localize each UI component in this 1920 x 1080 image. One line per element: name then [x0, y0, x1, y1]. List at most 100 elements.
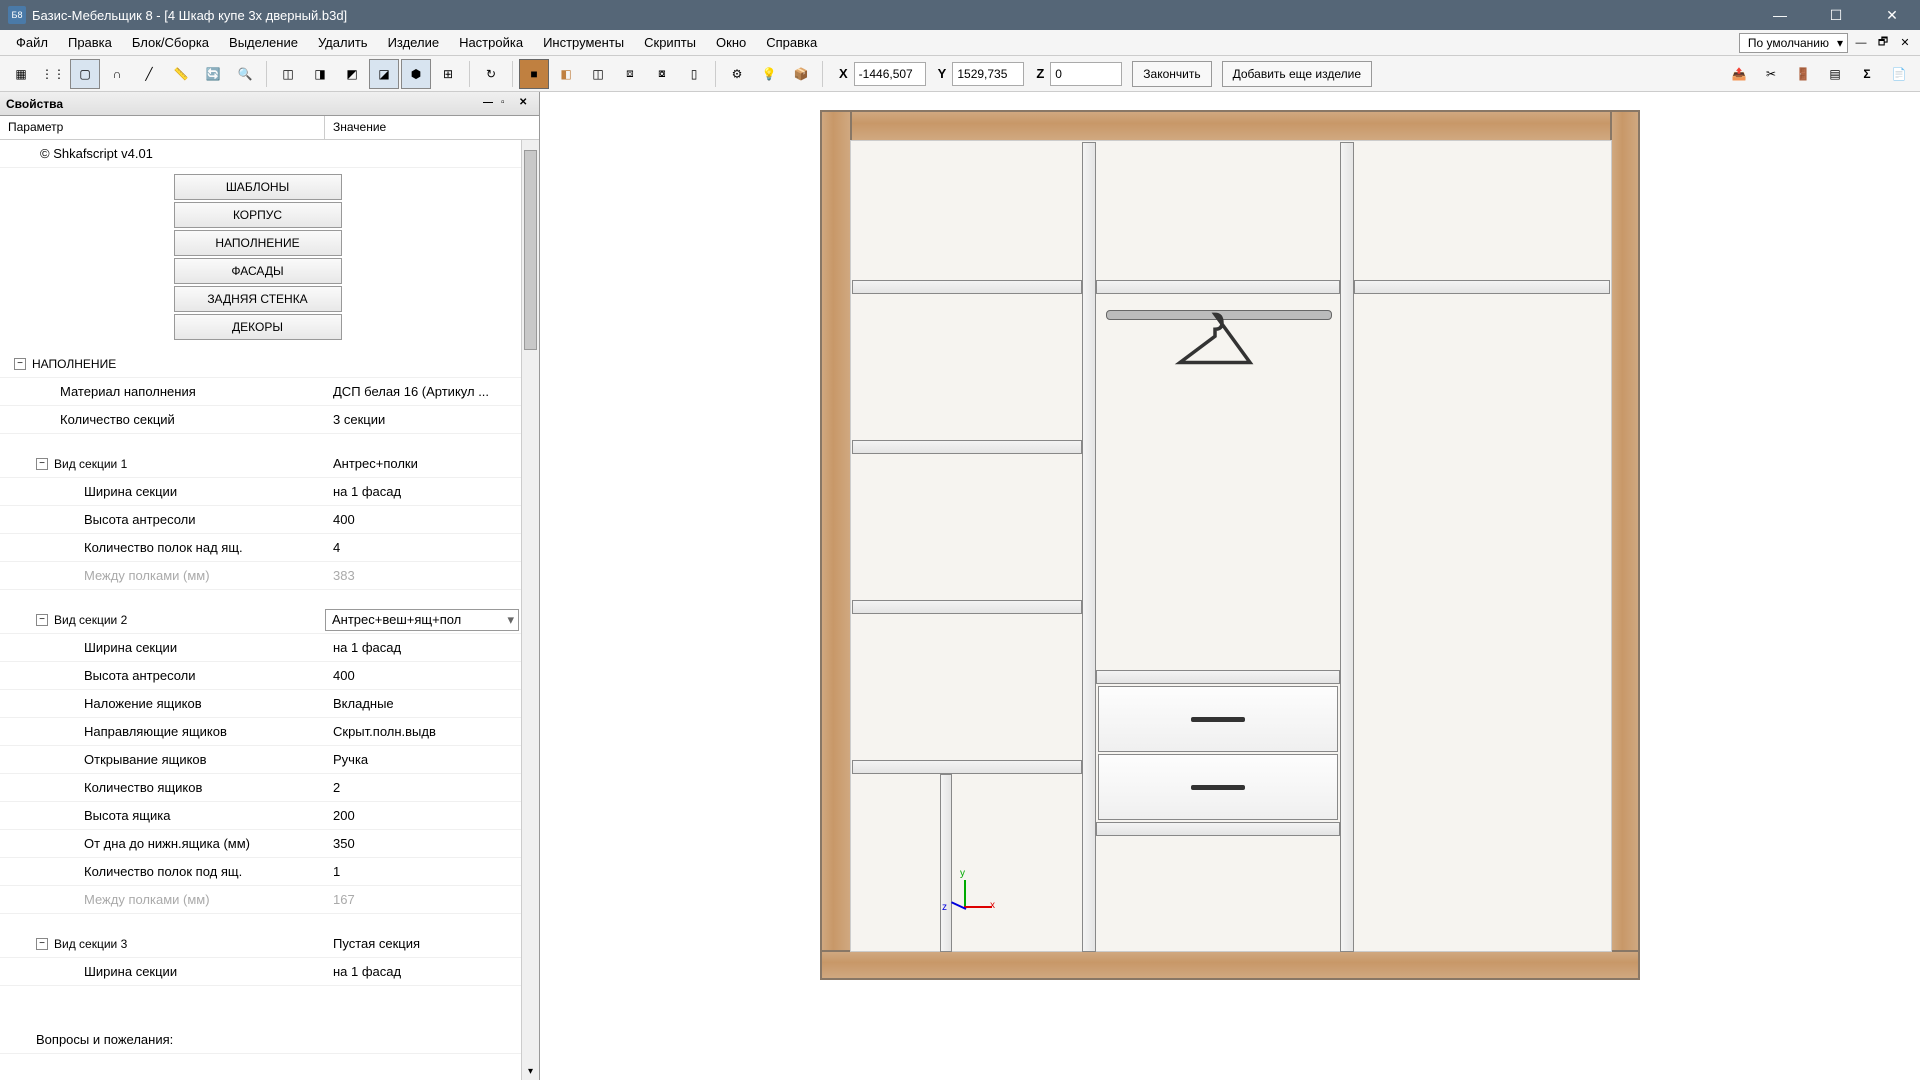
s2-height-value[interactable]: 200	[325, 808, 539, 823]
z-input[interactable]	[1050, 62, 1122, 86]
menu-file[interactable]: Файл	[6, 31, 58, 54]
report-icon[interactable]: 📄	[1884, 59, 1914, 89]
material-value[interactable]: ДСП белая 16 (Артикул ...	[325, 384, 539, 399]
s2-gap-label: Между полками (мм)	[0, 892, 325, 907]
panel-close-icon[interactable]: ✕	[519, 97, 533, 111]
s2-type-dropdown[interactable]: Антрес+веш+ящ+пол	[325, 609, 519, 631]
sigma-icon[interactable]: Σ	[1852, 59, 1882, 89]
collapse-icon[interactable]: −	[36, 458, 48, 470]
collapse-icon[interactable]: −	[36, 614, 48, 626]
box-tool4-icon[interactable]: ⧇	[647, 59, 677, 89]
s1-shelves-value[interactable]: 4	[325, 540, 539, 555]
s2-guides-value[interactable]: Скрыт.полн.выдв	[325, 724, 539, 739]
menu-window[interactable]: Окно	[706, 31, 756, 54]
s2-open-label: Открывание ящиков	[0, 752, 325, 767]
magnet-icon[interactable]: ∩	[102, 59, 132, 89]
view-top-icon[interactable]: ◩	[337, 59, 367, 89]
finish-button[interactable]: Закончить	[1132, 61, 1211, 87]
material-icon[interactable]: ■	[519, 59, 549, 89]
view-iso-icon[interactable]: ◪	[369, 59, 399, 89]
back-wall-button[interactable]: ЗАДНЯЯ СТЕНКА	[174, 286, 342, 312]
refresh-icon[interactable]: 🔄	[198, 59, 228, 89]
y-input[interactable]	[952, 62, 1024, 86]
lightbulb-icon[interactable]: 💡	[754, 59, 784, 89]
doc-close-button[interactable]: ✕	[1896, 34, 1914, 52]
decor-button[interactable]: ДЕКОРЫ	[174, 314, 342, 340]
layout-combo[interactable]: По умолчанию	[1739, 33, 1848, 53]
panel-min-icon[interactable]: —	[483, 97, 497, 111]
s3-width-value[interactable]: на 1 фасад	[325, 964, 539, 979]
s2-bottom-value[interactable]: 350	[325, 836, 539, 851]
maximize-button[interactable]: ☐	[1816, 3, 1856, 27]
view-split-icon[interactable]: ⊞	[433, 59, 463, 89]
menu-tools[interactable]: Инструменты	[533, 31, 634, 54]
close-button[interactable]: ✕	[1872, 3, 1912, 27]
snap-icon[interactable]: ▢	[70, 59, 100, 89]
material-label: Материал наполнения	[0, 384, 325, 399]
menu-delete[interactable]: Удалить	[308, 31, 378, 54]
s2-antr-value[interactable]: 400	[325, 668, 539, 683]
ruler-icon[interactable]: 📏	[166, 59, 196, 89]
minimize-button[interactable]: —	[1760, 3, 1800, 27]
menu-setup[interactable]: Настройка	[449, 31, 533, 54]
cut-icon[interactable]: ✂	[1756, 59, 1786, 89]
z-label: Z	[1036, 66, 1044, 81]
panel-max-icon[interactable]: ▫	[501, 97, 515, 111]
doc-restore-button[interactable]: 🗗	[1874, 34, 1892, 52]
col-parameter: Параметр	[0, 116, 325, 139]
s1-shelves-label: Количество полок над ящ.	[0, 540, 325, 555]
grid-icon[interactable]: ▦	[6, 59, 36, 89]
col-value: Значение	[325, 116, 539, 139]
grid2-icon[interactable]: ⋮⋮	[38, 59, 68, 89]
panel-icon[interactable]: ▯	[679, 59, 709, 89]
menu-selection[interactable]: Выделение	[219, 31, 308, 54]
s2-below-value[interactable]: 1	[325, 864, 539, 879]
collapse-icon[interactable]: −	[14, 358, 26, 370]
view-front-icon[interactable]: ◫	[273, 59, 303, 89]
menu-help[interactable]: Справка	[756, 31, 827, 54]
view-side-icon[interactable]: ◨	[305, 59, 335, 89]
s1-antr-value[interactable]: 400	[325, 512, 539, 527]
menu-product[interactable]: Изделие	[378, 31, 449, 54]
x-input[interactable]	[854, 62, 926, 86]
body-button[interactable]: КОРПУС	[174, 202, 342, 228]
s2-count-label: Количество ящиков	[0, 780, 325, 795]
s1-width-value[interactable]: на 1 фасад	[325, 484, 539, 499]
door-icon[interactable]: 🚪	[1788, 59, 1818, 89]
box-tool-icon[interactable]: ◧	[551, 59, 581, 89]
templates-button[interactable]: ШАБЛОНЫ	[174, 174, 342, 200]
scrollbar[interactable]: ▾	[521, 140, 539, 1080]
x-label: X	[839, 66, 848, 81]
view-persp-icon[interactable]: ⬢	[401, 59, 431, 89]
menu-edit[interactable]: Правка	[58, 31, 122, 54]
scroll-down-icon[interactable]: ▾	[524, 1064, 537, 1078]
export-icon[interactable]: 📤	[1724, 59, 1754, 89]
rack-icon[interactable]: ▤	[1820, 59, 1850, 89]
s1-title: Вид секции 1	[54, 457, 127, 471]
rotate-icon[interactable]: ↻	[476, 59, 506, 89]
filling-button[interactable]: НАПОЛНЕНИЕ	[174, 230, 342, 256]
sections-value[interactable]: 3 секции	[325, 412, 539, 427]
menu-scripts[interactable]: Скрипты	[634, 31, 706, 54]
window-title: Базис-Мебельщик 8 - [4 Шкаф купе 3х двер…	[32, 8, 1760, 23]
wardrobe-model	[820, 110, 1640, 980]
box-tool2-icon[interactable]: ◫	[583, 59, 613, 89]
menu-block[interactable]: Блок/Сборка	[122, 31, 219, 54]
line-tool-icon[interactable]: ╱	[134, 59, 164, 89]
package-icon[interactable]: 📦	[786, 59, 816, 89]
s3-type[interactable]: Пустая секция	[325, 936, 539, 951]
s2-width-value[interactable]: на 1 фасад	[325, 640, 539, 655]
s2-width-label: Ширина секции	[0, 640, 325, 655]
doc-minimize-button[interactable]: —	[1852, 34, 1870, 52]
s2-open-value[interactable]: Ручка	[325, 752, 539, 767]
collapse-icon[interactable]: −	[36, 938, 48, 950]
search-icon[interactable]: 🔍	[230, 59, 260, 89]
box-tool3-icon[interactable]: ⧈	[615, 59, 645, 89]
facades-button[interactable]: ФАСАДЫ	[174, 258, 342, 284]
s2-count-value[interactable]: 2	[325, 780, 539, 795]
gear-icon[interactable]: ⚙	[722, 59, 752, 89]
add-more-button[interactable]: Добавить еще изделие	[1222, 61, 1372, 87]
s1-type[interactable]: Антрес+полки	[325, 456, 539, 471]
sections-label: Количество секций	[0, 412, 325, 427]
s2-overlay-value[interactable]: Вкладные	[325, 696, 539, 711]
